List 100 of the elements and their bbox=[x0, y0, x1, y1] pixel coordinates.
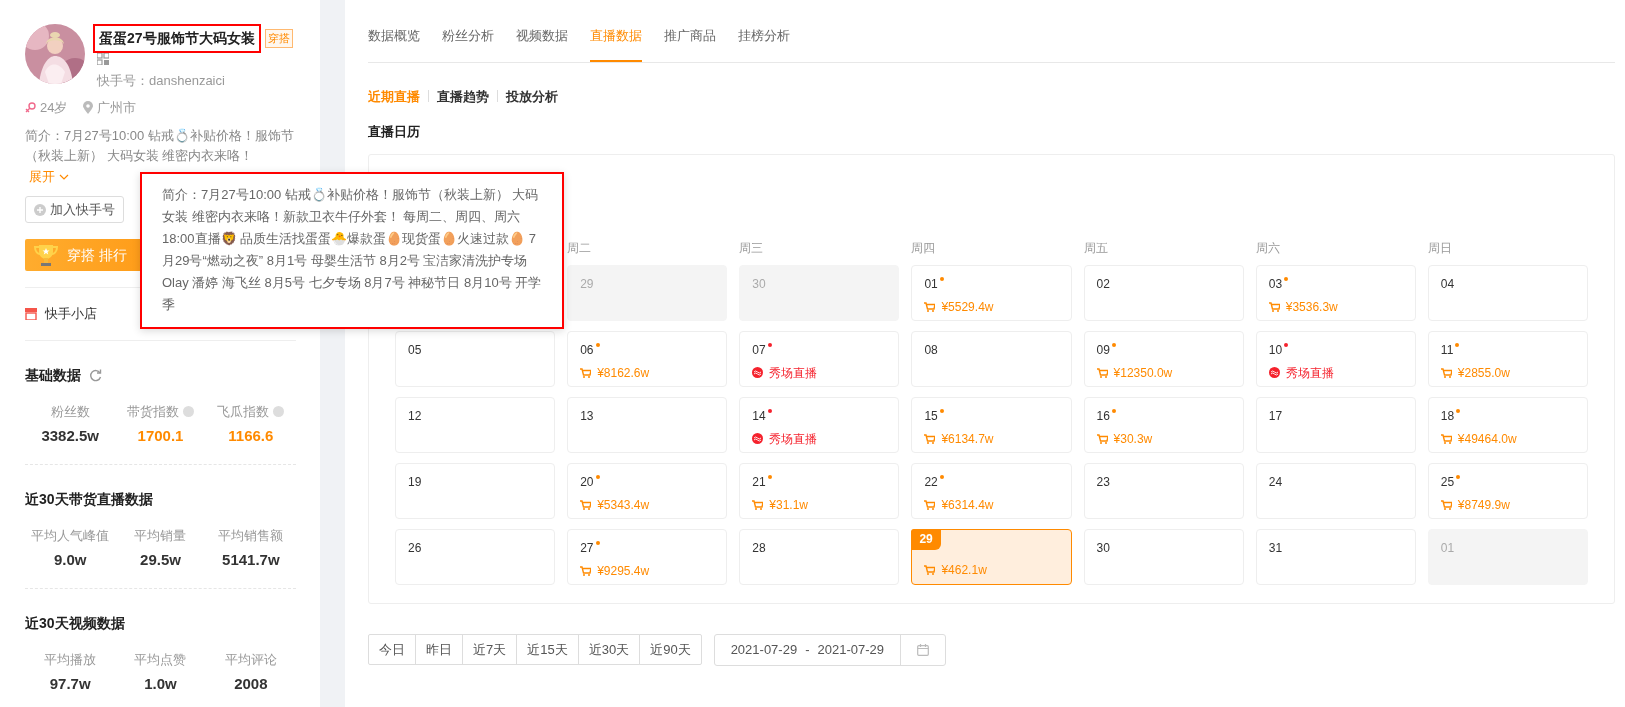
calendar-day[interactable]: 08 bbox=[911, 330, 1072, 387]
day-number: 09 bbox=[1096, 342, 1110, 357]
day-number: 11 bbox=[1440, 342, 1454, 357]
calendar-day[interactable]: 04 bbox=[1427, 264, 1588, 321]
qr-code-icon[interactable] bbox=[97, 53, 109, 65]
range-button[interactable]: 今日 bbox=[368, 633, 416, 666]
shop-link[interactable]: 快手小店 bbox=[45, 304, 97, 324]
trophy-icon bbox=[33, 242, 59, 269]
subtab[interactable]: 直播趋势 bbox=[437, 86, 489, 106]
day-number: 16 bbox=[1096, 408, 1110, 423]
age-text: 24岁 bbox=[40, 99, 68, 117]
stat-value: 3382.5w bbox=[40, 426, 100, 447]
calendar-day[interactable]: 05 bbox=[395, 330, 556, 387]
calendar-day[interactable]: 10 秀场直播 bbox=[1255, 330, 1416, 387]
tab[interactable]: 数据概览 bbox=[368, 0, 420, 62]
female-icon bbox=[25, 102, 36, 114]
calendar-day[interactable]: 25 ¥8749.9w bbox=[1427, 462, 1588, 519]
cart-icon bbox=[1268, 301, 1280, 312]
refresh-icon[interactable] bbox=[89, 368, 102, 382]
date-range-field[interactable]: 2021-07-29 - 2021-07-29 bbox=[713, 633, 946, 666]
calendar-day[interactable]: 24 bbox=[1255, 462, 1416, 519]
calendar-day[interactable]: 14 秀场直播 bbox=[739, 396, 900, 453]
range-button[interactable]: 昨日 bbox=[415, 633, 463, 666]
day-number: 04 bbox=[1440, 276, 1455, 291]
add-account-button[interactable]: 加入快手号 bbox=[25, 195, 124, 224]
calendar-day[interactable]: 18 ¥49464.0w bbox=[1427, 396, 1588, 453]
event-text: ¥2855.0w bbox=[1457, 364, 1510, 382]
calendar-day[interactable]: 28 bbox=[739, 528, 900, 585]
stat-value: 5141.7w bbox=[221, 550, 281, 571]
calendar-day[interactable]: 17 bbox=[1255, 396, 1416, 453]
stat-label: 平均销售额 bbox=[218, 526, 284, 545]
section-title: 直播日历 bbox=[368, 123, 421, 141]
day-number: 18 bbox=[1440, 408, 1455, 423]
event-text: ¥8749.9w bbox=[1457, 496, 1510, 514]
day-number: 03 bbox=[1268, 276, 1283, 291]
calendar-day[interactable]: 15 ¥6134.7w bbox=[911, 396, 1072, 453]
event-text: 秀场直播 bbox=[769, 364, 818, 382]
tab[interactable]: 粉丝分析 bbox=[442, 0, 494, 62]
calendar-day[interactable]: 02 bbox=[1083, 264, 1244, 321]
calendar-day[interactable]: 22 ¥6314.4w bbox=[911, 462, 1072, 519]
calendar-day[interactable]: 26 bbox=[395, 528, 556, 585]
cart-icon bbox=[1096, 433, 1108, 444]
day-number: 07 bbox=[752, 342, 766, 357]
calendar-day[interactable]: 16 ¥30.3w bbox=[1083, 396, 1244, 453]
category-tag: 穿搭 bbox=[264, 29, 293, 48]
stat-value: 29.5w bbox=[139, 550, 182, 571]
tab[interactable]: 推广商品 bbox=[664, 0, 716, 62]
day-number: 23 bbox=[1096, 474, 1110, 489]
calendar-day[interactable]: 19 bbox=[395, 462, 556, 519]
tooltip-text: 简介：7月27号10:00 钻戒💍补贴价格！服饰节（秋装上新） 大码女装 维密内衣来咯！新款卫衣牛仔外套！ 每周二、周四、周六18:00直播🦁 品质生活找蛋蛋🐣爆款蛋🥚现货蛋🥚火速过款🥚 7月29号“燃动之夜” 8月1号 母婴生活节 8月2号 宝洁家清洗护专场 Olay 潘婷 海飞丝 8月5号 七夕专场 8月7号 神秘节日 8月10号 开学季 bbox=[140, 172, 564, 329]
day-number: 01 bbox=[924, 276, 938, 291]
range-button[interactable]: 近7天 bbox=[462, 633, 518, 666]
tab[interactable]: 挂榜分析 bbox=[738, 0, 790, 62]
plus-circle-icon bbox=[34, 203, 46, 216]
range-button[interactable]: 近15天 bbox=[516, 633, 579, 666]
calendar-day[interactable]: 11 ¥2855.0w bbox=[1427, 330, 1588, 387]
day-number: 21 bbox=[752, 474, 766, 489]
chevron-down-icon bbox=[59, 174, 69, 182]
tab[interactable]: 视频数据 bbox=[516, 0, 568, 62]
wave-badge-icon bbox=[752, 433, 764, 444]
stat-label: 平均评论 bbox=[224, 650, 277, 669]
event-text: 秀场直播 bbox=[1285, 364, 1334, 382]
calendar-day[interactable]: 01 ¥5529.4w bbox=[911, 264, 1072, 321]
cart-icon bbox=[752, 499, 764, 510]
event-text: ¥31.1w bbox=[769, 496, 808, 514]
cart-icon bbox=[580, 499, 592, 510]
weekday-label: 周四 bbox=[911, 239, 937, 257]
day-number: 29 bbox=[911, 528, 941, 550]
day-number: 26 bbox=[408, 540, 422, 555]
calendar-day[interactable]: 31 bbox=[1255, 528, 1416, 585]
range-button[interactable]: 近90天 bbox=[639, 633, 702, 666]
day-number: 08 bbox=[924, 342, 938, 357]
location-pin-icon bbox=[83, 101, 94, 115]
stat-value: 9.0w bbox=[52, 550, 88, 571]
calendar-day[interactable]: 07 秀场直播 bbox=[739, 330, 900, 387]
subtab[interactable]: 投放分析 bbox=[506, 86, 558, 106]
calendar-day[interactable]: 03 ¥3536.3w bbox=[1255, 264, 1416, 321]
stat-value: 1.0w bbox=[143, 674, 178, 695]
city-text: 广州市 bbox=[97, 99, 137, 117]
stat-label: 平均人气峰值 bbox=[31, 526, 110, 545]
calendar-day[interactable]: 12 bbox=[395, 396, 556, 453]
calendar-day[interactable]: 23 bbox=[1083, 462, 1244, 519]
cart-icon bbox=[580, 565, 592, 576]
stat-label: 带货指数 bbox=[127, 402, 179, 421]
calendar-day[interactable]: 30 bbox=[1083, 528, 1244, 585]
range-button[interactable]: 近30天 bbox=[577, 633, 641, 666]
help-icon bbox=[273, 406, 285, 418]
calendar-day[interactable]: 20 ¥5343.4w bbox=[567, 462, 728, 519]
calendar-day[interactable]: 21 ¥31.1w bbox=[739, 462, 900, 519]
event-text: ¥30.3w bbox=[1113, 430, 1153, 448]
calendar-day[interactable]: 06 ¥8162.6w bbox=[567, 330, 728, 387]
day-number: 17 bbox=[1268, 408, 1283, 423]
stat-label: 平均销量 bbox=[134, 526, 187, 545]
cart-icon bbox=[924, 499, 936, 510]
event-text: ¥5529.4w bbox=[941, 298, 994, 316]
calendar-day[interactable]: 09 ¥12350.0w bbox=[1083, 330, 1244, 387]
event-text: ¥12350.0w bbox=[1113, 364, 1173, 382]
calendar-day[interactable]: 27 ¥9295.4w bbox=[567, 528, 728, 585]
calendar-day[interactable]: 13 bbox=[567, 396, 728, 453]
event-text: ¥6314.4w bbox=[941, 496, 994, 514]
